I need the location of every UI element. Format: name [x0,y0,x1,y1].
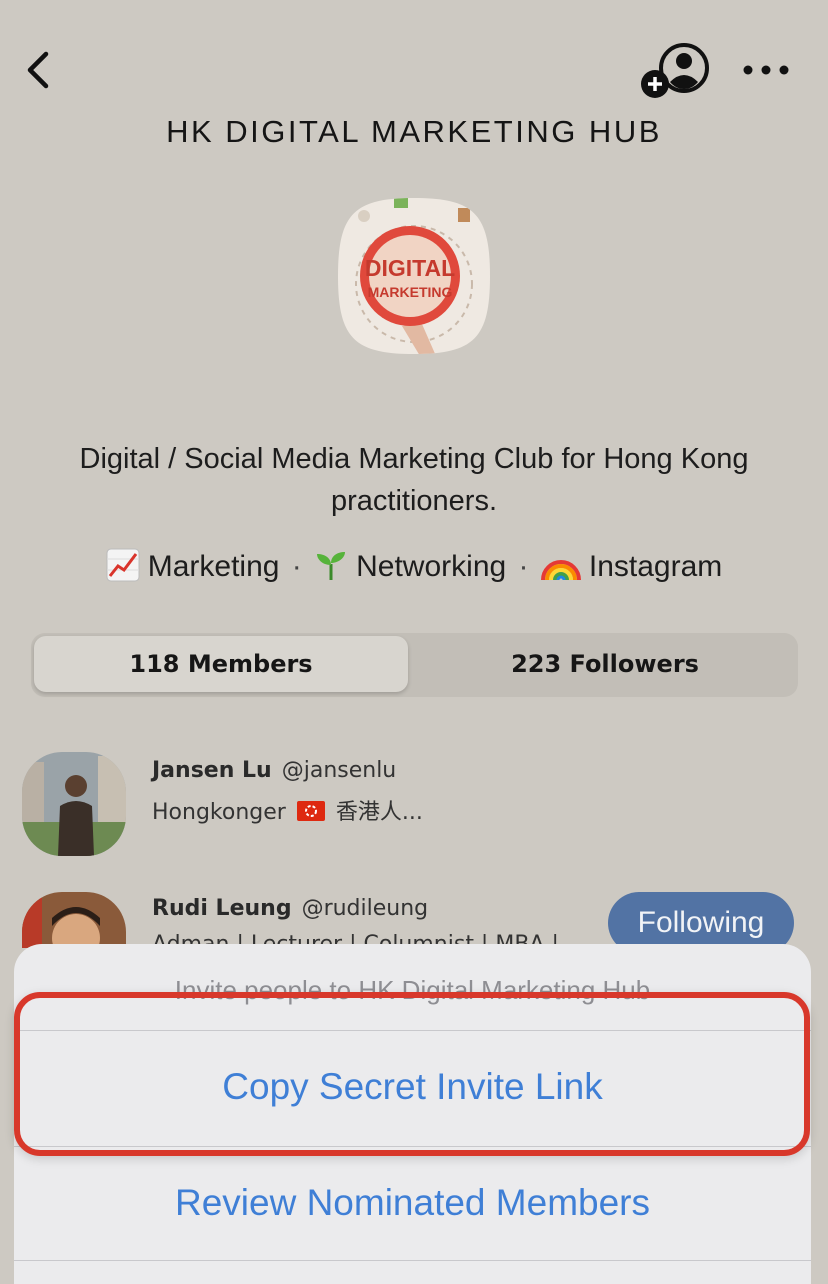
avatar[interactable] [22,752,126,856]
logo-line-2: MARKETING [368,284,453,300]
members-followers-tabs: 118 Members 223 Followers [31,633,798,697]
member-name: Rudi Leung @rudileung [152,896,428,921]
hong-kong-flag-icon [296,801,325,821]
club-description: Digital / Social Media Marketing Club fo… [79,443,749,517]
highlight-annotation [14,992,810,1156]
topic-list: Marketing · Networking · Instagram [0,548,828,584]
club-page: HK DIGITAL MARKETING HUB DIGITAL MARKETI… [0,0,828,1284]
topic-separator: · [518,550,529,583]
club-logo: DIGITAL MARKETING [336,196,492,356]
back-button[interactable] [22,48,62,92]
review-nominated-members-button[interactable]: Review Nominated Members [14,1182,811,1224]
divider [14,1260,811,1261]
member-handle: @jansenlu [281,758,397,783]
more-options-button[interactable] [742,56,790,84]
seedling-icon [317,552,346,580]
member-bio-suffix: 香港人... [335,800,423,825]
topic-marketing: Marketing [106,548,288,583]
topic-networking: Networking [314,550,514,583]
topic-instagram-label: Instagram [588,550,723,583]
avatar[interactable] [22,892,126,948]
rainbow-icon [540,560,581,581]
topic-instagram: Instagram [540,550,723,583]
club-title: HK DIGITAL MARKETING HUB [166,114,662,149]
list-item[interactable]: Jansen Lu @jansenlu Hongkonger 香港人... [0,750,828,860]
add-member-button[interactable] [638,40,712,100]
tab-members[interactable]: 118 Members [34,636,408,692]
ellipsis-icon [743,65,789,75]
topic-separator: · [291,550,302,583]
member-handle: @rudileung [301,896,429,921]
chevron-left-icon [27,51,49,89]
topic-marketing-label: Marketing [147,550,280,583]
topic-networking-label: Networking [356,550,507,583]
member-name: Jansen Lu @jansenlu [152,758,396,783]
logo-line-1: DIGITAL [365,255,455,281]
chart-increasing-icon [106,548,140,582]
member-bio-prefix: Hongkonger [152,800,286,825]
tab-followers[interactable]: 223 Followers [415,636,795,692]
add-person-icon [641,43,709,98]
member-bio: Hongkonger 香港人... [152,794,423,826]
member-display-name: Jansen Lu [152,758,272,783]
member-display-name: Rudi Leung [152,896,292,921]
